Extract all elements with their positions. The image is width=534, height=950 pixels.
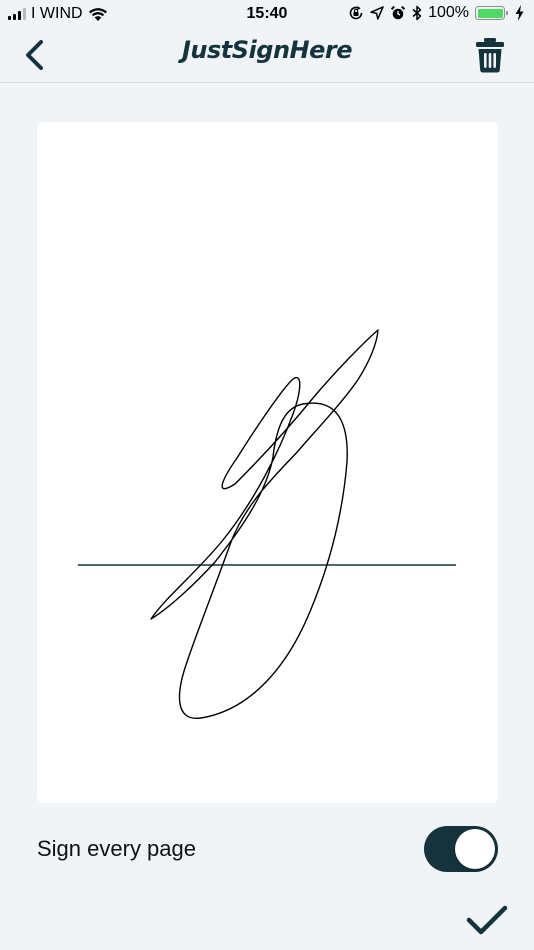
orientation-lock-icon	[349, 6, 363, 20]
signature-pad[interactable]	[37, 122, 498, 803]
nav-bar: JustSignHere	[0, 28, 534, 83]
toggle-knob[interactable]	[455, 829, 495, 869]
app-title: JustSignHere	[181, 36, 353, 64]
sign-every-page-toggle[interactable]	[424, 826, 498, 872]
location-icon	[370, 6, 384, 20]
sign-every-page-label: Sign every page	[37, 836, 196, 861]
bluetooth-icon	[412, 5, 422, 21]
signature-canvas[interactable]	[37, 122, 498, 803]
alarm-icon	[390, 5, 406, 20]
battery-level	[477, 8, 503, 18]
status-right: 100%	[348, 4, 524, 22]
battery-percent: 100%	[428, 4, 469, 21]
confirm-button[interactable]	[466, 902, 508, 938]
battery-icon	[475, 6, 508, 20]
signature-stroke	[150, 329, 379, 719]
sign-every-page-row: Sign every page	[37, 826, 498, 872]
charging-icon	[515, 5, 524, 21]
status-bar: I WIND 15:40 100%	[0, 0, 534, 28]
checkmark-icon	[466, 905, 508, 935]
delete-button[interactable]	[472, 36, 508, 74]
trash-icon	[476, 38, 504, 73]
